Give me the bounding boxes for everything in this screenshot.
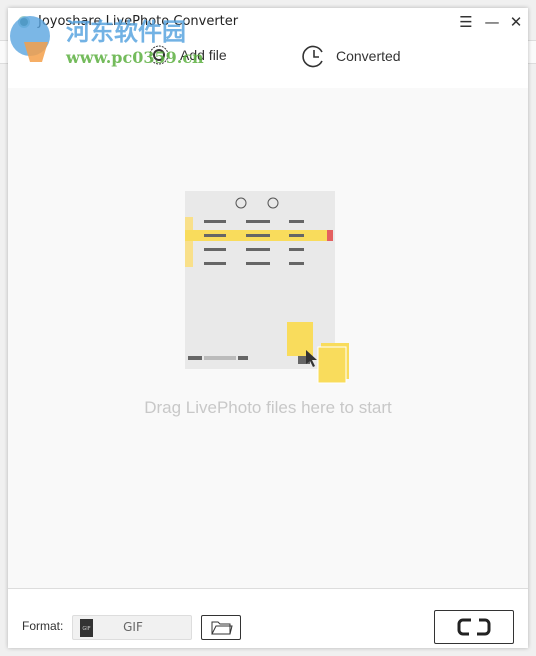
folder-icon (211, 621, 233, 635)
clock-icon (302, 45, 323, 68)
format-value: GIF (123, 620, 143, 634)
watermark-url: www.pc0359.cn (66, 48, 204, 67)
converted-button[interactable]: Converted (302, 44, 401, 68)
minimize-button[interactable]: — (481, 12, 503, 32)
convert-icon (457, 618, 491, 636)
drop-hint: Drag LivePhoto files here to start (144, 398, 392, 417)
drop-zone[interactable]: Drag LivePhoto files here to start (8, 88, 528, 588)
app-window: Joyoshare LivePhoto Converter ☰ — ✕ Add … (8, 8, 528, 648)
menu-icon[interactable]: ☰ (455, 12, 477, 32)
watermark-name: 河东软件园 (66, 17, 186, 46)
footer-bar: Format: GIF GIF (8, 588, 528, 648)
format-label: Format: (22, 619, 64, 633)
close-button[interactable]: ✕ (505, 12, 527, 32)
watermark-logo (10, 16, 50, 62)
drop-illustration (185, 191, 349, 384)
format-select[interactable]: GIF GIF (72, 615, 192, 640)
convert-button[interactable] (434, 610, 514, 644)
open-folder-button[interactable] (201, 615, 241, 640)
converted-label: Converted (336, 48, 401, 64)
